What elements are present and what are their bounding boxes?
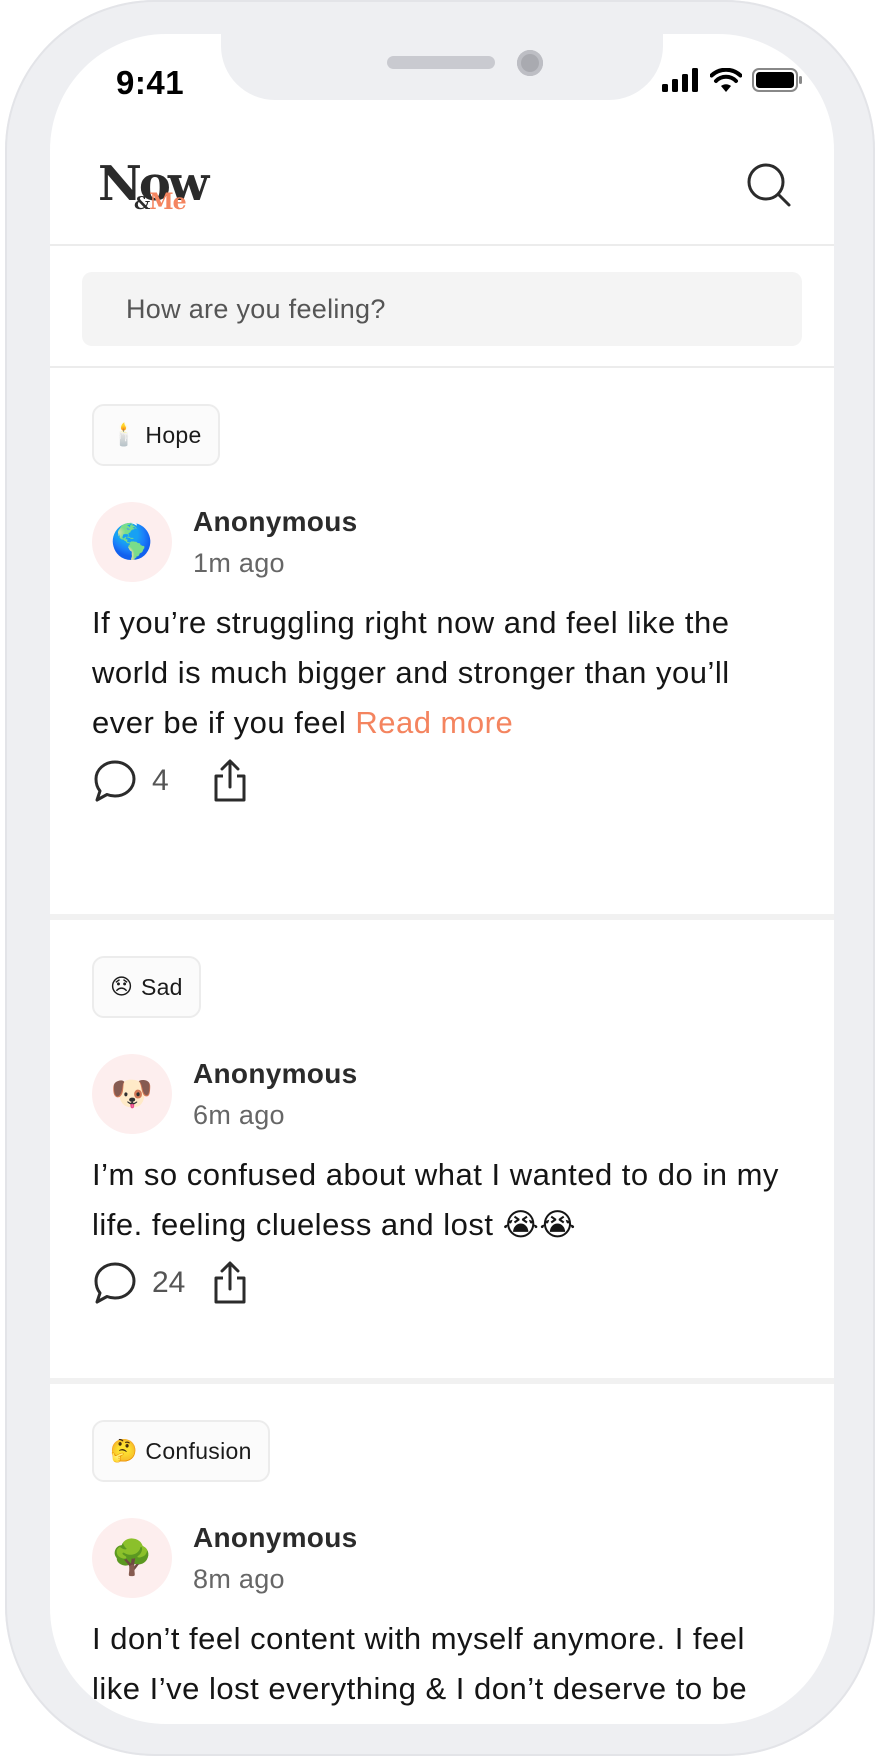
mood-tag[interactable]: 🤔 Confusion: [92, 1420, 270, 1482]
globe-icon: 🌎: [110, 523, 154, 561]
logo-me-text: Me: [149, 189, 186, 215]
comment-count: 24: [152, 1266, 186, 1299]
post-time: 1m ago: [193, 548, 285, 578]
avatar[interactable]: 🌎: [92, 502, 172, 582]
status-icons: [662, 68, 804, 92]
logo-me: &Me: [134, 189, 187, 216]
post-time: 6m ago: [193, 1100, 285, 1130]
tree-icon: 🌳: [110, 1539, 154, 1577]
share-icon[interactable]: [207, 758, 253, 804]
compose-section: How are you feeling?: [50, 246, 834, 368]
post-text: I’m so confused about what I wanted to d…: [92, 1150, 792, 1250]
sad-face-icon: 😞: [110, 974, 133, 999]
comment-count: 4: [152, 764, 169, 797]
cellular-signal-icon: [662, 68, 698, 92]
post-card[interactable]: 🕯️ Hope 🌎 Anonymous 1m ago If you’re str…: [50, 368, 834, 920]
post-actions: 24: [92, 1258, 253, 1308]
post-text: I don’t feel content with myself anymore…: [92, 1614, 792, 1724]
logo-ampersand: &: [134, 193, 150, 214]
post-text-content: I don’t feel content with myself anymore…: [92, 1621, 748, 1724]
post-card[interactable]: 🤔 Confusion 🌳 Anonymous 8m ago I don’t f…: [50, 1384, 834, 1724]
avatar[interactable]: 🐶: [92, 1054, 172, 1134]
mood-tag[interactable]: 🕯️ Hope: [92, 404, 220, 466]
status-time: 9:41: [116, 64, 185, 101]
wifi-icon: [710, 68, 742, 92]
notch: [221, 34, 663, 100]
post-author: Anonymous: [193, 1058, 358, 1089]
post-time: 8m ago: [193, 1564, 285, 1594]
post-text: If you’re struggling right now and feel …: [92, 598, 792, 748]
comment-icon[interactable]: [92, 758, 138, 804]
share-icon[interactable]: [207, 1260, 253, 1306]
feeling-input[interactable]: How are you feeling?: [82, 272, 802, 346]
dog-icon: 🐶: [110, 1075, 154, 1113]
search-icon[interactable]: [746, 162, 792, 208]
post-author: Anonymous: [193, 1522, 358, 1553]
now-and-me-logo[interactable]: Now &Me: [98, 158, 218, 218]
feeling-input-placeholder: How are you feeling?: [126, 294, 386, 324]
avatar[interactable]: 🌳: [92, 1518, 172, 1598]
app-header: Now &Me: [50, 122, 834, 246]
post-author: Anonymous: [193, 506, 358, 537]
phone-screen: 9:41 Now &Me How are you feeling? 🕯️ Hop…: [50, 34, 834, 1724]
post-text-content: I’m so confused about what I wanted to d…: [92, 1157, 779, 1242]
front-camera: [517, 50, 543, 76]
battery-icon: [752, 68, 802, 92]
candle-icon: 🕯️: [110, 422, 138, 447]
post-actions: 4: [92, 756, 253, 806]
mood-tag-label: Confusion: [145, 1437, 252, 1464]
post-card[interactable]: 😞 Sad 🐶 Anonymous 6m ago I’m so confused…: [50, 920, 834, 1384]
read-more-link[interactable]: Read more: [355, 705, 513, 740]
mood-tag-label: Hope: [145, 421, 202, 448]
thinking-face-icon: 🤔: [110, 1438, 138, 1463]
mood-tag-label: Sad: [140, 973, 183, 1000]
mood-tag[interactable]: 😞 Sad: [92, 956, 201, 1018]
comment-icon[interactable]: [92, 1260, 138, 1306]
speaker-grille: [387, 56, 495, 69]
